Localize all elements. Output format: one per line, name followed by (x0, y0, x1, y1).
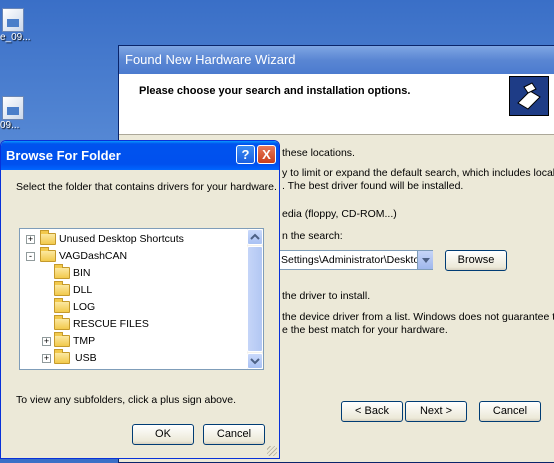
back-button[interactable]: < Back (341, 401, 403, 422)
scroll-down-button[interactable] (247, 353, 263, 369)
search-path-combobox[interactable]: Settings\Administrator\Desktop\ (277, 250, 433, 270)
folder-icon (54, 349, 70, 364)
wizard-text-line: . The best driver found will be installe… (282, 180, 464, 192)
folder-icon (40, 230, 56, 245)
folder-icon (54, 298, 70, 313)
tree-scrollbar[interactable] (247, 229, 263, 369)
wizard-title: Found New Hardware Wizard (119, 46, 554, 74)
browse-hint: To view any subfolders, click a plus sig… (16, 394, 237, 406)
desktop-icon-label: e_09... (0, 32, 31, 43)
tree-node-label: TMP (73, 335, 96, 347)
chevron-down-icon[interactable] (417, 251, 433, 269)
browse-for-folder-dialog: Browse For Folder ? X Select the folder … (0, 140, 280, 459)
wizard-text-line: the driver to install. (282, 290, 371, 302)
tree-node-label: DLL (73, 284, 93, 296)
tree-node-label: RESCUE FILES (73, 318, 149, 330)
wizard-text-line: n the search: (282, 230, 343, 242)
expand-icon[interactable]: + (42, 354, 51, 363)
expand-icon[interactable]: + (42, 337, 51, 346)
tree-node-label: USB (75, 352, 97, 364)
folder-icon (54, 264, 70, 279)
document-icon (2, 96, 24, 120)
wizard-text-line: y to limit or expand the default search,… (282, 167, 554, 179)
scroll-up-button[interactable] (247, 229, 263, 245)
scroll-thumb[interactable] (247, 246, 263, 352)
browse-button[interactable]: Browse (445, 250, 507, 271)
wizard-cancel-button[interactable]: Cancel (479, 401, 541, 422)
tree-node-label: LOG (73, 301, 96, 313)
desktop-icon-2[interactable]: 09... (0, 96, 40, 131)
desktop-icon-1[interactable]: e_09... (0, 8, 40, 43)
help-button[interactable]: ? (236, 145, 255, 164)
desktop-icon-label: 09... (0, 120, 20, 131)
wizard-text-line: the device driver from a list. Windows d… (282, 311, 554, 323)
close-button[interactable]: X (257, 145, 276, 164)
folder-icon (54, 332, 70, 347)
tree-node-label: Unused Desktop Shortcuts (59, 233, 184, 245)
browse-dialog-title: Browse For Folder (6, 148, 121, 163)
wizard-text-line: e the best match for your hardware. (282, 324, 448, 336)
folder-icon (54, 281, 70, 296)
tree-node-label: VAGDashCAN (59, 250, 128, 262)
wizard-text-line: these locations. (282, 147, 355, 159)
hardware-icon (509, 76, 549, 116)
folder-tree[interactable]: + Unused Desktop Shortcuts - VAGDashCAN … (19, 228, 264, 370)
tree-node-label: BIN (73, 267, 91, 279)
wizard-text-line: edia (floppy, CD-ROM...) (282, 208, 397, 220)
ok-button[interactable]: OK (132, 424, 194, 445)
document-icon (2, 8, 24, 32)
wizard-header: Please choose your search and installati… (119, 74, 554, 135)
expand-icon[interactable]: + (26, 235, 35, 244)
browse-cancel-button[interactable]: Cancel (203, 424, 265, 445)
resize-grip[interactable] (267, 446, 277, 456)
next-button[interactable]: Next > (405, 401, 467, 422)
collapse-icon[interactable]: - (26, 252, 35, 261)
wizard-header-text: Please choose your search and installati… (139, 85, 411, 97)
browse-instruction: Select the folder that contains drivers … (16, 181, 277, 193)
folder-open-icon (40, 247, 56, 262)
browse-dialog-title-bar: Browse For Folder ? X (1, 141, 279, 170)
folder-icon (54, 315, 70, 330)
